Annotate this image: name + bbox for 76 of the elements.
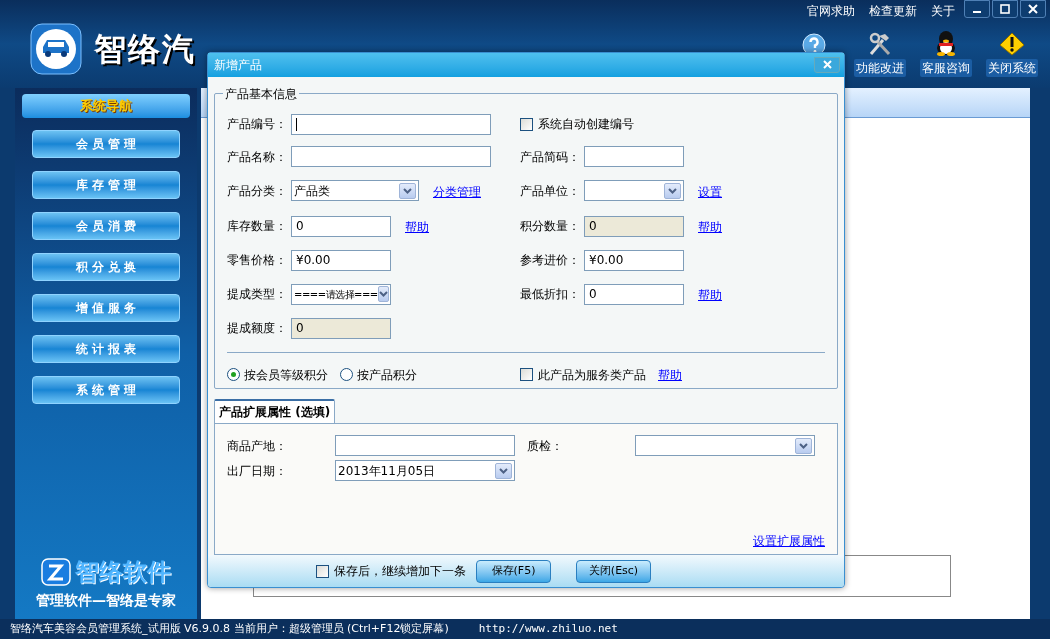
tab[interactable]: 产品扩展属性 (选填) <box>214 399 336 423</box>
sidebar-title: 系统导航 <box>22 94 190 118</box>
dropdown[interactable]: 2013年11月05日 <box>335 460 515 481</box>
field-label: 最低折扣： <box>520 286 581 304</box>
field-label: 产品名称： <box>227 148 288 166</box>
input-field[interactable]: ¥0.00 <box>584 249 684 271</box>
field-label: 参考进价： <box>520 252 581 270</box>
toolbar-label[interactable]: 关闭系统 <box>986 59 1038 77</box>
brand-slogan: 管理软件—智络是专家 <box>36 591 176 610</box>
website-url: http://www.zhiluo.net <box>478 620 618 637</box>
field-label: 商品产地： <box>227 437 288 455</box>
dropdown[interactable]: 产品类 <box>291 180 419 202</box>
status-text: 智络汽车美容会员管理系统_试用版 V6.9.0.8 当前用户：超级管理员 (Ctrl+F12锁定屏幕) <box>10 620 449 637</box>
dialog-title: 新增产品 <box>214 56 262 74</box>
radio-button[interactable] <box>340 368 353 382</box>
field-label: 质检： <box>527 437 564 455</box>
field-label: 零售价格： <box>227 252 288 270</box>
checkbox-label: 此产品为服务类产品 <box>538 366 646 384</box>
radio-label: 按会员等级积分 <box>244 366 328 384</box>
field-label: 积分数量： <box>520 218 581 236</box>
input-field[interactable] <box>335 435 515 456</box>
maximize-icon <box>1000 4 1010 14</box>
header-link[interactable]: 关于 <box>931 2 955 20</box>
input-field[interactable] <box>291 146 491 168</box>
field-label: 提成类型： <box>227 286 288 304</box>
field-label: 提成额度： <box>227 320 288 338</box>
input-field[interactable]: 0 <box>291 215 391 237</box>
link[interactable]: 设置扩展属性 <box>753 534 825 549</box>
link[interactable]: 帮助 <box>698 288 722 303</box>
dropdown[interactable]: ====请选择=== <box>291 283 391 305</box>
text-cursor <box>296 117 297 131</box>
nav-button[interactable]: 积 分 兑 换 <box>32 253 180 281</box>
dropdown[interactable] <box>584 180 684 202</box>
dropdown[interactable] <box>635 435 815 456</box>
penguin-icon[interactable] <box>934 30 958 56</box>
car-logo-icon <box>30 23 82 75</box>
field-label: 产品单位： <box>520 182 581 200</box>
checkbox[interactable] <box>316 564 329 578</box>
toolbar-label[interactable]: 客服咨询 <box>920 59 972 77</box>
close-button[interactable] <box>1020 0 1046 18</box>
checkbox-label: 系统自动创建编号 <box>538 116 634 134</box>
close-icon <box>822 60 832 70</box>
checkbox[interactable] <box>520 368 533 382</box>
checkbox[interactable] <box>520 117 533 131</box>
close-icon <box>1028 4 1038 14</box>
brand-name: 智络软件 <box>75 557 171 588</box>
minimize-button[interactable] <box>964 0 990 18</box>
radio-label: 按产品积分 <box>357 366 417 384</box>
field-label: 产品简码： <box>520 148 581 166</box>
input-field[interactable]: 0 <box>584 283 684 305</box>
warning-icon[interactable] <box>999 32 1025 56</box>
dialog-button[interactable]: 保存(F5) <box>476 559 551 583</box>
hammer-wrench-icon[interactable] <box>867 32 893 56</box>
input-field[interactable] <box>584 146 684 168</box>
link[interactable]: 分类管理 <box>433 184 481 199</box>
checkbox-label: 保存后，继续增加下一条 <box>334 563 466 581</box>
field-label: 库存数量： <box>227 218 288 236</box>
link[interactable]: 帮助 <box>658 365 682 384</box>
nav-button[interactable]: 统 计 报 表 <box>32 335 180 363</box>
field-label: 产品编号： <box>227 116 288 134</box>
field-label: 出厂日期： <box>227 462 288 480</box>
link[interactable]: 设置 <box>698 184 722 199</box>
field-label: 产品分类： <box>227 182 288 200</box>
header-link[interactable]: 官网求助 <box>807 2 855 20</box>
link[interactable]: 帮助 <box>405 220 429 235</box>
nav-button[interactable]: 增 值 服 务 <box>32 294 180 322</box>
input-field[interactable]: ¥0.00 <box>291 249 391 271</box>
toolbar-label[interactable]: 功能改进 <box>854 59 906 77</box>
input-field[interactable] <box>291 113 491 135</box>
app-title: 智络汽 <box>94 29 196 70</box>
header-link[interactable]: 检查更新 <box>869 2 917 20</box>
radio-button[interactable] <box>227 368 240 382</box>
minimize-icon <box>973 11 981 13</box>
dialog-button[interactable]: 关闭(Esc) <box>576 559 651 583</box>
brand-logo-icon <box>41 558 71 586</box>
maximize-button[interactable] <box>992 0 1018 18</box>
